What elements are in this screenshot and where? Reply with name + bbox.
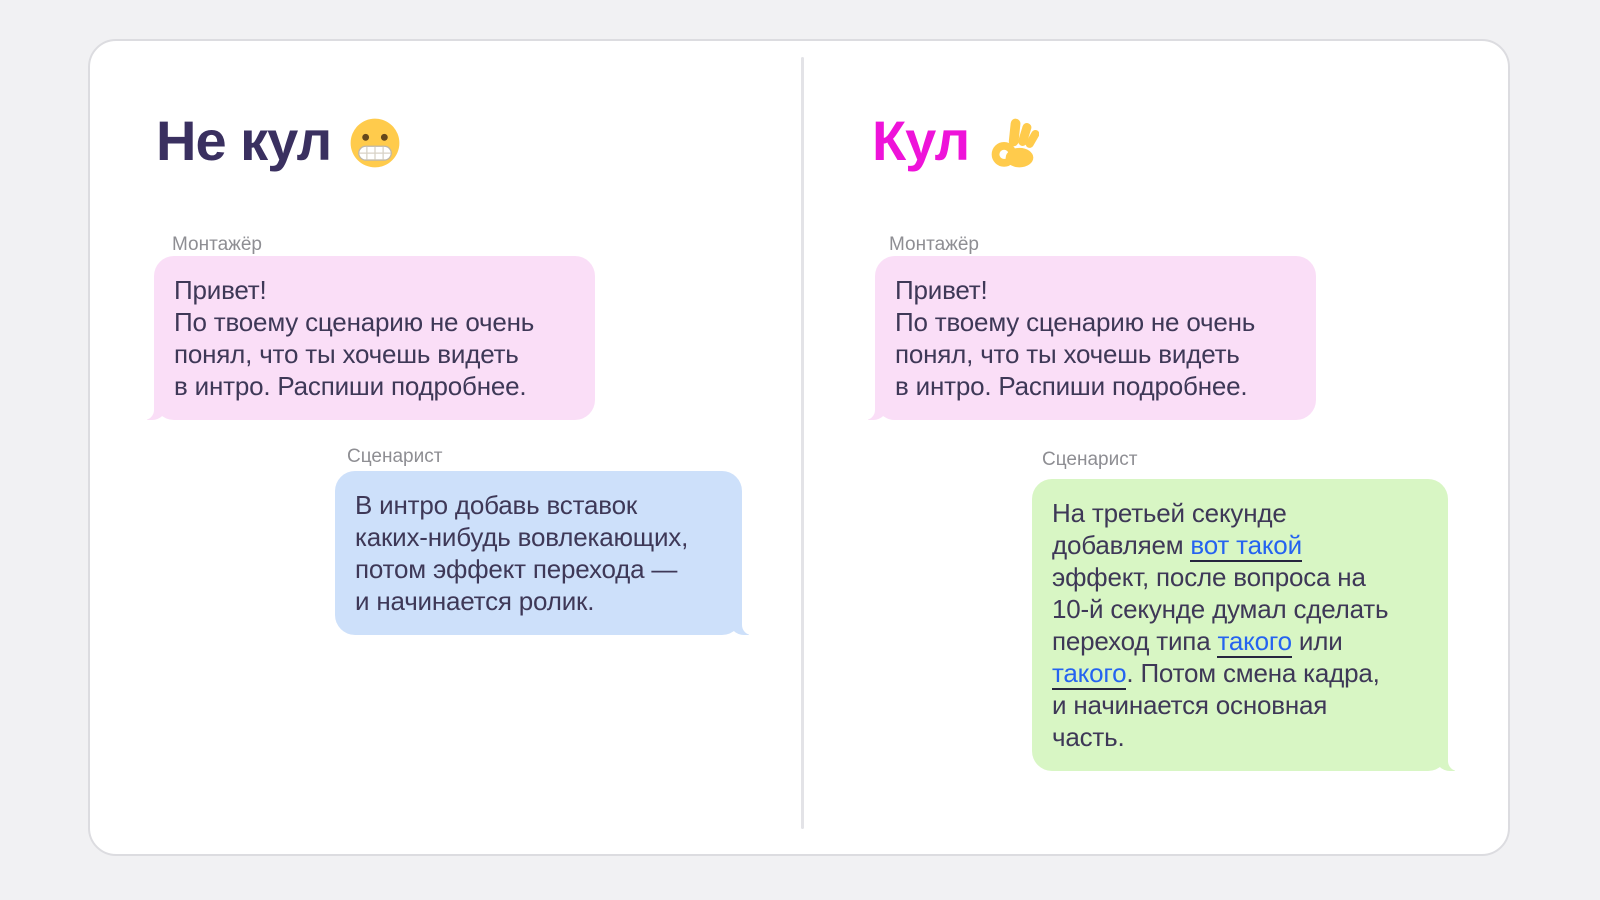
message-text: В интро добавь вставок каких-нибудь вовл… (355, 490, 689, 616)
inline-link[interactable]: такого (1217, 626, 1292, 658)
author-label-scenarist: Сценарист (347, 446, 443, 467)
page: { "colors": { "page-bg": "#f1f1f3", "car… (0, 0, 1600, 900)
panel-not-cool: Не кул Монтажёр Привет! По твоему сценар… (90, 41, 801, 854)
message-text: Привет! По твоему сценарию не очень поня… (174, 275, 535, 401)
panel-title-text: Не кул (156, 109, 332, 172)
panel-cool: Кул Монтажёр Привет! По твоему сценарию … (804, 41, 1512, 854)
comparison-card: Не кул Монтажёр Привет! По твоему сценар… (88, 39, 1510, 856)
panel-title-cool: Кул (872, 109, 1040, 173)
inline-link[interactable]: такого (1052, 658, 1127, 690)
chat-bubble-montazher: Привет! По твоему сценарию не очень поня… (865, 256, 1316, 420)
author-label-montazher: Монтажёр (172, 234, 262, 255)
inline-link[interactable]: вот такой (1190, 530, 1302, 562)
chat-bubble-scenarist: На третьей секунде добавляем вот такой э… (1032, 479, 1458, 771)
message-text: Привет! По твоему сценарию не очень поня… (895, 275, 1256, 401)
ok-hand-emoji (991, 118, 1040, 168)
panel-title-text: Кул (872, 109, 970, 172)
author-label-scenarist: Сценарист (1042, 449, 1138, 470)
message-text: или (1298, 626, 1343, 656)
grimacing-face-emoji (350, 118, 400, 168)
chat-bubble-montazher: Привет! По твоему сценарию не очень поня… (144, 256, 595, 420)
author-label-montazher: Монтажёр (889, 234, 979, 255)
chat-bubble-scenarist: В интро добавь вставок каких-нибудь вовл… (335, 471, 752, 635)
panel-title-not-cool: Не кул (156, 109, 401, 173)
